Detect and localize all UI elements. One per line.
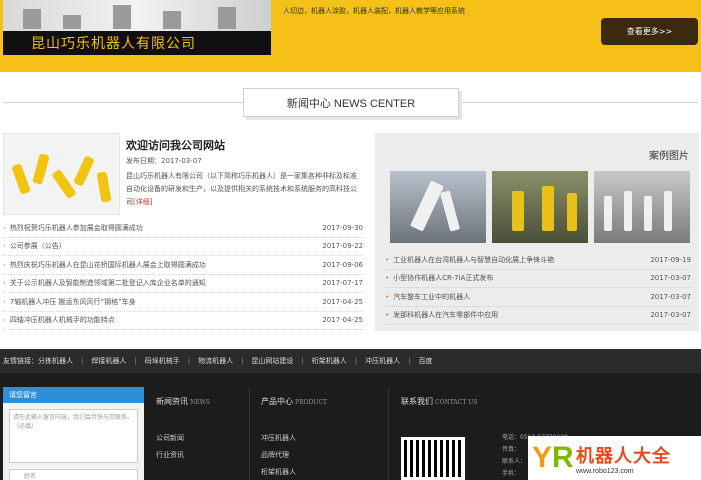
news-col-sub: NEWS bbox=[190, 399, 210, 406]
friend-link[interactable]: 冲压机器人 bbox=[365, 356, 400, 366]
friend-links-label: 友情链接： bbox=[3, 357, 38, 365]
news-date: 2017-09-22 bbox=[322, 242, 363, 251]
news-title[interactable]: 四轴冲压机器人机械手的功能特点 bbox=[3, 315, 115, 325]
news-col-title-text: 新闻资讯 bbox=[156, 397, 188, 406]
news-item[interactable]: 热烈祝贺巧乐机器人参加展会取得圆满成功 2017-09-30 bbox=[3, 219, 363, 238]
news-col-list: 公司新闻 行业资讯 bbox=[156, 433, 184, 467]
footer-link[interactable]: 品牌代理 bbox=[261, 450, 296, 467]
contact-col-title-text: 联系我们 bbox=[401, 397, 433, 406]
case-item[interactable]: 小型协作机器人CR-7iA正式发布 2017-03-07 bbox=[385, 270, 691, 288]
case-images bbox=[390, 171, 690, 243]
contact-col-sub: CONTACT US bbox=[435, 399, 478, 406]
product-col-title-text: 产品中心 bbox=[261, 397, 293, 406]
friend-link[interactable]: 码垛机械手 bbox=[145, 356, 180, 366]
news-item[interactable]: 关于公示机器人及智能制造领域第二批登记入库企业名单的通知 2017-07-17 bbox=[3, 275, 363, 293]
watermark-logo: YR 机器人大全 www.robo123.com bbox=[528, 436, 701, 480]
qr-code bbox=[401, 437, 465, 480]
news-date: 2017-09-30 bbox=[322, 223, 363, 232]
watermark-name: 机器人大全 bbox=[576, 445, 671, 467]
feature-title[interactable]: 欢迎访问我公司网站 bbox=[126, 137, 225, 153]
detail-link[interactable]: [详细] bbox=[133, 198, 152, 206]
footer-link[interactable]: 桁架机器人 bbox=[261, 467, 296, 480]
case-image[interactable] bbox=[492, 171, 588, 243]
news-item[interactable]: 热烈庆祝巧乐机器人在昆山花桥国际机器人展会上取得圆满成功 2017-09-06 bbox=[3, 256, 363, 275]
feature-date: 发布日期：2017-03-07 bbox=[126, 157, 202, 165]
product-col-sub: PRODUCT bbox=[295, 399, 327, 406]
news-date: 2017-04-25 bbox=[322, 297, 363, 306]
news-item[interactable]: 四轴冲压机器人机械手的功能特点 2017-04-25 bbox=[3, 312, 363, 330]
case-item[interactable]: 汽车整车工业中的机器人 2017-03-07 bbox=[385, 288, 691, 307]
message-textarea[interactable]: 请在此输入留言内容，我们会尽快与您联系。（必填） bbox=[9, 409, 138, 463]
case-panel: 案例图片 工业机器人在台湾机器人与智慧自动化展上争锋斗艳 2017-09-19 小… bbox=[375, 133, 699, 331]
news-item[interactable]: 7轴机器人冲压 搬运东风风行“钢格”车身 2017-04-25 bbox=[3, 293, 363, 312]
company-name: 昆山巧乐机器人有限公司 bbox=[3, 31, 271, 55]
news-title[interactable]: 7轴机器人冲压 搬运东风风行“钢格”车身 bbox=[3, 297, 136, 307]
friend-link[interactable]: 物流机器人 bbox=[198, 356, 233, 366]
news-date: 2017-04-25 bbox=[322, 316, 363, 325]
message-header: 请您留言 bbox=[3, 387, 144, 403]
case-title: 案例图片 bbox=[649, 151, 689, 162]
case-item-title[interactable]: 汽车整车工业中的机器人 bbox=[385, 292, 470, 302]
friend-link[interactable]: 桁架机器人 bbox=[312, 356, 347, 366]
friend-link[interactable]: 百度 bbox=[419, 356, 433, 366]
case-image[interactable] bbox=[594, 171, 690, 243]
news-col-title: 新闻资讯 NEWS bbox=[156, 396, 210, 407]
news-title[interactable]: 关于公示机器人及智能制造领域第二批登记入库企业名单的通知 bbox=[3, 278, 206, 288]
feature-image[interactable] bbox=[3, 133, 120, 215]
friend-link[interactable]: 分拣机器人 bbox=[38, 356, 73, 366]
top-description: 人切边，机器人涂胶，机器人装配，机器人教学等应用系统 bbox=[283, 7, 465, 15]
footer-divider bbox=[388, 388, 389, 480]
case-item-title[interactable]: 发那科机器人在汽车零部件中应用 bbox=[385, 310, 498, 320]
news-title[interactable]: 热烈庆祝巧乐机器人在昆山花桥国际机器人展会上取得圆满成功 bbox=[3, 260, 206, 270]
case-item-title[interactable]: 小型协作机器人CR-7iA正式发布 bbox=[385, 273, 493, 283]
case-item-date: 2017-09-19 bbox=[650, 255, 691, 264]
product-col-title: 产品中心 PRODUCT bbox=[261, 396, 327, 407]
case-list: 工业机器人在台湾机器人与智慧自动化展上争锋斗艳 2017-09-19 小型协作机器… bbox=[385, 251, 691, 325]
case-item-date: 2017-03-07 bbox=[650, 274, 691, 283]
friend-links-bar: 友情链接： 分拣机器人 | 焊接机器人 | 码垛机械手 | 物流机器人 | 昆山网站建设… bbox=[0, 349, 701, 373]
contact-col-title: 联系我们 CONTACT US bbox=[401, 396, 477, 407]
section-title: 新闻中心 NEWS CENTER bbox=[243, 88, 459, 117]
case-item-date: 2017-03-07 bbox=[650, 311, 691, 320]
news-title[interactable]: 热烈祝贺巧乐机器人参加展会取得圆满成功 bbox=[3, 223, 143, 233]
news-date: 2017-09-06 bbox=[322, 260, 363, 269]
footer-divider bbox=[249, 388, 250, 480]
footer-link[interactable]: 行业资讯 bbox=[156, 450, 184, 467]
view-more-button[interactable]: 查看更多>> bbox=[601, 18, 698, 45]
news-date: 2017-07-17 bbox=[322, 279, 363, 288]
case-item[interactable]: 工业机器人在台湾机器人与智慧自动化展上争锋斗艳 2017-09-19 bbox=[385, 251, 691, 270]
news-item[interactable]: 公司参展（公告） 2017-09-22 bbox=[3, 238, 363, 256]
name-input[interactable]: 姓名 bbox=[9, 469, 138, 480]
footer-link[interactable]: 公司新闻 bbox=[156, 433, 184, 450]
friend-link[interactable]: 焊接机器人 bbox=[91, 356, 126, 366]
case-item-date: 2017-03-07 bbox=[650, 292, 691, 301]
robo-logo-icon: YR bbox=[532, 441, 574, 474]
message-box: 请您留言 请在此输入留言内容，我们会尽快与您联系。（必填） 姓名 bbox=[3, 387, 144, 480]
news-list: 热烈祝贺巧乐机器人参加展会取得圆满成功 2017-09-30 公司参展（公告） 20… bbox=[3, 219, 363, 330]
product-col-list: 冲压机器人 品牌代理 桁架机器人 bbox=[261, 433, 296, 480]
feature-text: 昆山巧乐机器人有限公司（以下简称巧乐机器人）是一家集各种非标及标准自动化设备的研… bbox=[126, 170, 362, 209]
feature-body: 昆山巧乐机器人有限公司（以下简称巧乐机器人）是一家集各种非标及标准自动化设备的研… bbox=[126, 172, 357, 206]
friend-link[interactable]: 昆山网站建设 bbox=[251, 356, 293, 366]
footer-link[interactable]: 冲压机器人 bbox=[261, 433, 296, 450]
watermark-url: www.robo123.com bbox=[576, 467, 634, 475]
news-title[interactable]: 公司参展（公告） bbox=[3, 241, 66, 251]
factory-photo bbox=[3, 0, 271, 31]
case-item-title[interactable]: 工业机器人在台湾机器人与智慧自动化展上争锋斗艳 bbox=[385, 255, 554, 265]
case-item[interactable]: 发那科机器人在汽车零部件中应用 2017-03-07 bbox=[385, 307, 691, 325]
case-image[interactable] bbox=[390, 171, 486, 243]
